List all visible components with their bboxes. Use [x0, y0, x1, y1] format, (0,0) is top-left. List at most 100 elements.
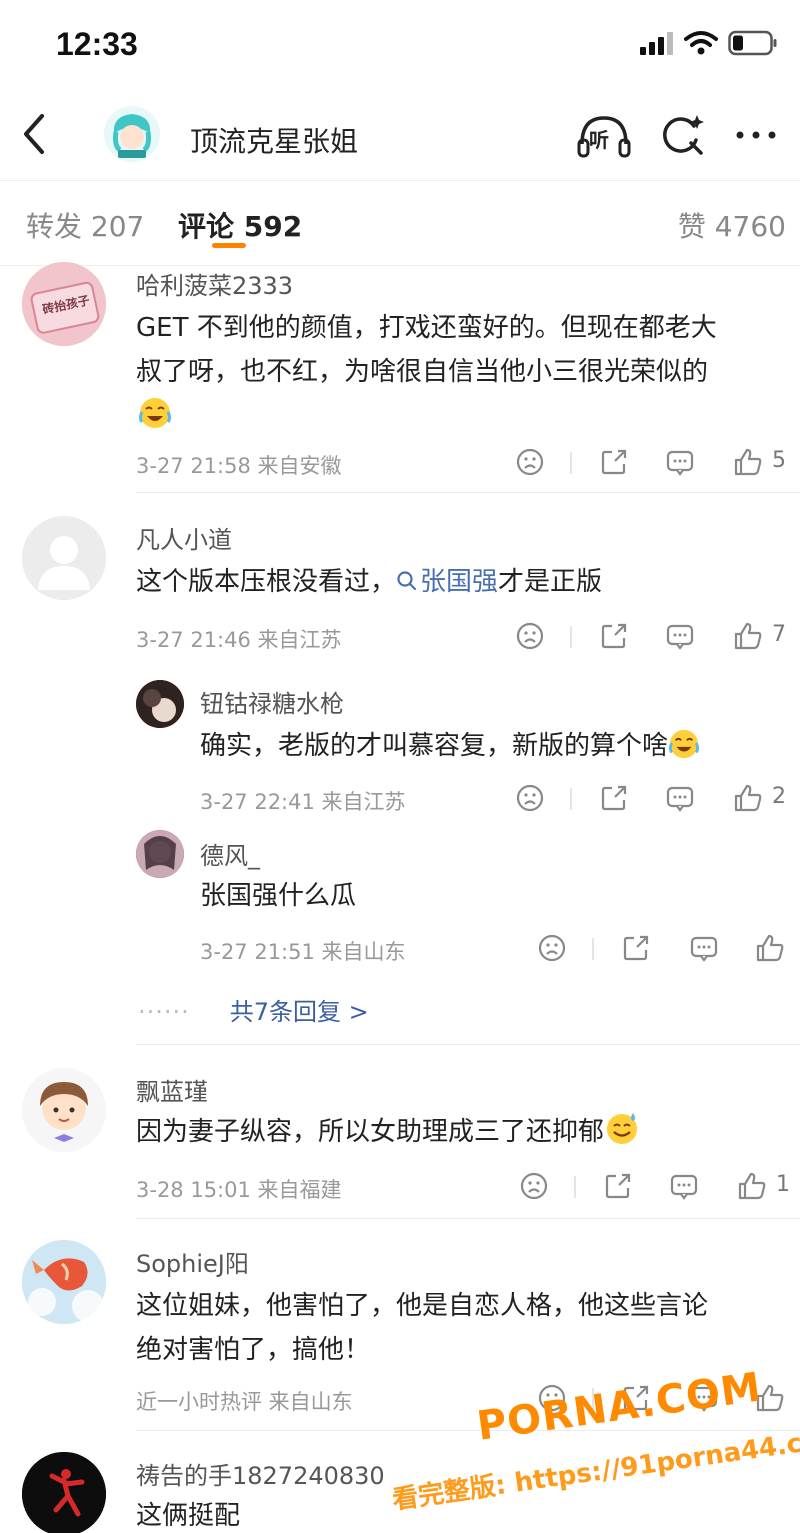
topic-text: 张国强 [420, 567, 499, 597]
reply-icon[interactable] [668, 1170, 700, 1202]
header-actions: 听 [576, 112, 778, 158]
avatar[interactable] [22, 1068, 106, 1152]
dislike-face-icon[interactable] [514, 782, 546, 814]
reply-text: 确实，老版的才叫慕容复，新版的算个啥 [200, 724, 700, 768]
default-user-icon [22, 516, 106, 600]
comment-text: 这个版本压根没看过， 张国强才是正版 [136, 560, 602, 604]
reply-name[interactable]: 德风_ [200, 836, 260, 871]
action-divider [570, 452, 572, 474]
more-icon[interactable] [734, 112, 778, 158]
reply-icon[interactable] [664, 446, 696, 478]
comment-text-content: 因为妻子纵容，所以女助理成三了还抑郁 [136, 1117, 605, 1147]
laugh-cry-emoji-icon [668, 729, 700, 759]
poster-avatar[interactable] [104, 106, 160, 162]
listen-button[interactable]: 听 [576, 112, 632, 158]
reply-actions: 2 [0, 782, 800, 818]
signal-icon [640, 32, 673, 55]
reply-actions [0, 932, 800, 968]
avatar[interactable] [22, 1452, 106, 1533]
battery-icon [728, 30, 777, 56]
share-icon[interactable] [598, 620, 630, 652]
cartoon-avatar-icon [104, 106, 160, 162]
like-count: 5 [772, 448, 786, 473]
jumpman-logo-avatar-icon [22, 1452, 106, 1533]
comment-divider [136, 1430, 800, 1431]
action-divider [592, 938, 594, 960]
reply-name[interactable]: 钮钴禄糖水枪 [200, 684, 344, 719]
action-divider [570, 626, 572, 648]
comment-actions: 7 [0, 620, 800, 656]
comment-actions: 1 [0, 1170, 800, 1206]
more-replies-label: 共7条回复 > [229, 998, 369, 1026]
more-replies-link[interactable]: ······ 共7条回复 > [138, 992, 369, 1027]
action-divider [570, 788, 572, 810]
like-count: 2 [772, 784, 786, 809]
commenter-name[interactable]: SophieJ阳 [136, 1244, 249, 1279]
search-icon [397, 571, 417, 591]
commenter-name[interactable]: 哈利菠菜2333 [136, 266, 293, 301]
reply-icon[interactable] [664, 620, 696, 652]
like-thumb-icon[interactable] [736, 1170, 768, 1202]
system-icons [640, 30, 778, 56]
dislike-face-icon[interactable] [514, 620, 546, 652]
avatar[interactable]: 砖抬孩子 [22, 262, 106, 346]
like-count: 7 [772, 622, 786, 647]
topic-link[interactable]: 张国强 [396, 567, 498, 597]
comment-divider [136, 1218, 800, 1219]
like-thumb-icon[interactable] [732, 446, 764, 478]
reply-icon[interactable] [664, 782, 696, 814]
reply-text-content: 确实，老版的才叫慕容复，新版的算个啥 [200, 731, 669, 761]
cartoon-boy-avatar-icon [22, 1068, 106, 1152]
photo-avatar-icon [136, 830, 184, 878]
comment-text-part: 才是正版 [498, 567, 603, 597]
reply-icon[interactable] [688, 932, 720, 964]
share-icon[interactable] [598, 446, 630, 478]
listen-label: 听 [589, 128, 609, 152]
share-icon[interactable] [602, 1170, 634, 1202]
like-thumb-icon[interactable] [754, 932, 786, 964]
share-icon[interactable] [598, 782, 630, 814]
tab-forward[interactable]: 转发 207 [26, 205, 144, 245]
dislike-face-icon[interactable] [518, 1170, 550, 1202]
avatar[interactable] [22, 516, 106, 600]
comment-text-line: 叔了呀，也不红，为啥很自信当他小三很光荣似的 [136, 357, 709, 387]
like-thumb-icon[interactable] [732, 782, 764, 814]
sweat-smile-emoji-icon [607, 1113, 638, 1144]
comment-text-line: 这位姐妹，他害怕了，他是自恋人格，他这些言论 [136, 1291, 709, 1321]
commenter-name[interactable]: 飘蓝瑾 [136, 1072, 208, 1107]
like-thumb-icon[interactable] [732, 620, 764, 652]
reply-text: 张国强什么瓜 [200, 881, 357, 911]
commenter-name[interactable]: 祷告的手1827240830 [136, 1456, 385, 1491]
commenter-name[interactable]: 凡人小道 [136, 520, 232, 555]
page-title: 顶流克星张姐 [190, 125, 359, 158]
comment-text: 这俩挺配 [136, 1501, 241, 1531]
reply-avatar[interactable] [136, 680, 184, 728]
reply-avatar[interactable] [136, 830, 184, 878]
more-replies-dots: ······ [138, 998, 190, 1026]
wifi-icon [684, 31, 718, 55]
comment-text: 因为妻子纵容，所以女助理成三了还抑郁 [136, 1110, 640, 1154]
avatar[interactable] [22, 1240, 106, 1324]
comment-text-line: GET 不到他的颜值，打戏还蛮好的。但现在都老大 [136, 313, 717, 343]
share-icon[interactable] [620, 932, 652, 964]
comment-text-line: 绝对害怕了，搞他！ [136, 1335, 371, 1365]
koi-fish-avatar-icon [22, 1240, 106, 1324]
status-time: 12:33 [56, 26, 138, 62]
comment-actions: 5 [0, 446, 800, 482]
comment-text-part: 这个版本压根没看过， [136, 567, 397, 597]
status-bar: 12:33 [0, 0, 800, 88]
like-count: 1 [776, 1172, 790, 1197]
search-spark-icon[interactable] [660, 112, 706, 158]
dislike-face-icon[interactable] [536, 932, 568, 964]
chevron-left-icon [24, 114, 44, 154]
comment-divider [136, 1044, 800, 1045]
tab-bar: 转发 207 评论 592 赞 4760 [0, 180, 800, 266]
back-button[interactable] [14, 110, 54, 158]
top-header: 顶流克星张姐 听 [0, 92, 800, 178]
tab-active-indicator [212, 243, 246, 248]
dislike-face-icon[interactable] [514, 446, 546, 478]
comment-divider [136, 492, 800, 493]
action-divider [574, 1176, 576, 1198]
tab-like[interactable]: 赞 4760 [678, 205, 786, 245]
laugh-cry-emoji-icon [139, 398, 171, 428]
